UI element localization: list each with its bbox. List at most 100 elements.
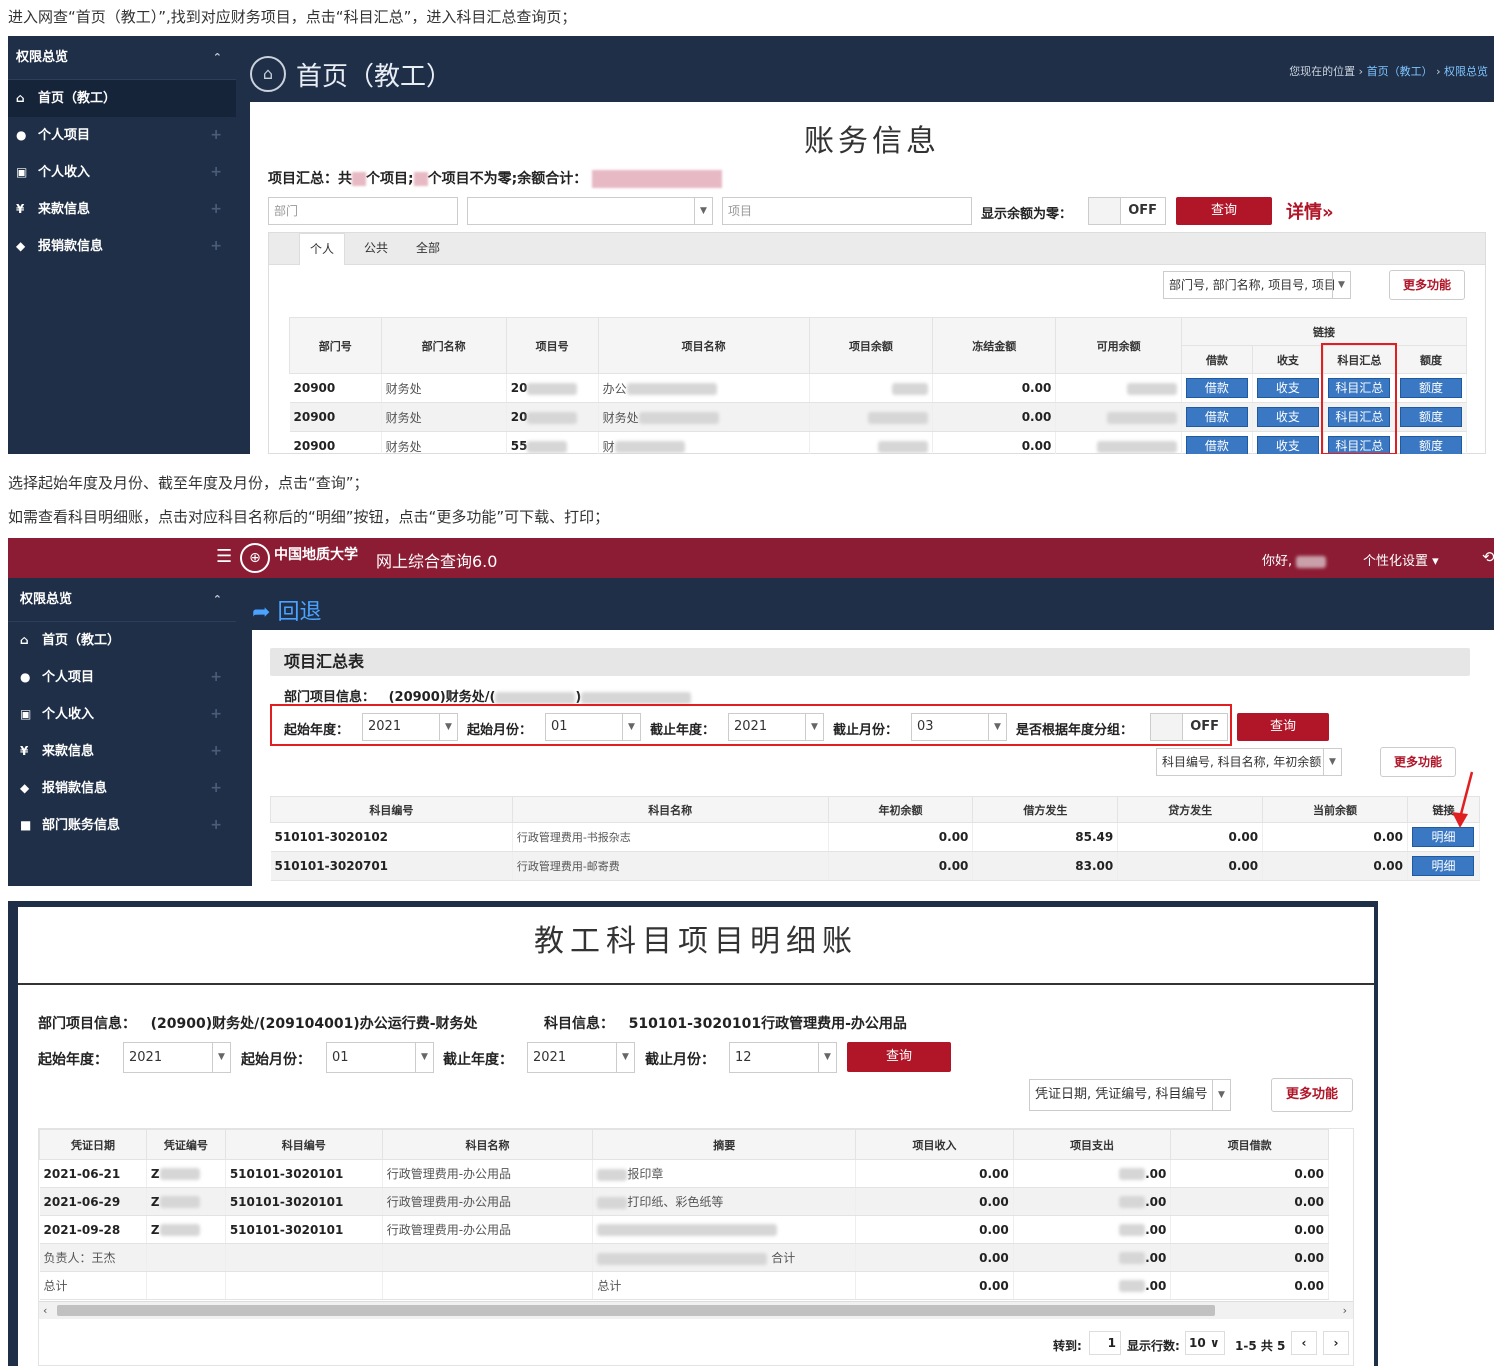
col-header: 部门号 <box>289 317 382 374</box>
cell: 借款 <box>1181 373 1253 403</box>
breadcrumb-current[interactable]: 权限总览 <box>1444 65 1488 78</box>
col-header: 年初余额 <box>827 796 974 823</box>
end-year-select[interactable]: 2021 ▼ <box>527 1042 635 1073</box>
income-expense-button[interactable]: 收支 <box>1256 378 1319 398</box>
tab-all[interactable]: 全部 <box>405 233 451 265</box>
more-functions-button[interactable]: 更多功能 <box>1271 1078 1353 1112</box>
sidebar-item-personal-projects[interactable]: ● 个人项目 + <box>8 659 236 696</box>
menu-icon[interactable]: ☰ <box>216 546 232 567</box>
sidebar-item-dept-accounts[interactable]: ■ 部门账务信息 + <box>8 807 236 844</box>
col-header: 科目编号 <box>224 1129 383 1160</box>
dept-info: 部门项目信息： (20900)财务处/() <box>284 686 692 705</box>
chevron-down-icon: ▼ <box>622 714 640 740</box>
rows-select[interactable]: 10 ∨ <box>1185 1331 1225 1355</box>
income-expense-button[interactable]: 收支 <box>1256 407 1319 427</box>
breadcrumb-home[interactable]: 首页（教工） <box>1367 65 1433 78</box>
cell: 2021-06-21 <box>39 1159 147 1188</box>
query-button[interactable]: 查询 <box>847 1042 951 1072</box>
start-year-select[interactable]: 2021 ▼ <box>123 1042 231 1073</box>
chevron-down-icon: ▼ <box>805 714 823 740</box>
project-input[interactable]: 项目 <box>722 197 972 225</box>
query-button[interactable]: 查询 <box>1237 713 1329 741</box>
columns-select[interactable]: 凭证日期, 凭证编号, 科目编号 ▼ <box>1029 1079 1231 1111</box>
sidebar-header[interactable]: 权限总览 ⌃ <box>8 36 236 80</box>
cell: 行政管理费用-邮寄费 <box>512 851 829 881</box>
dept-input[interactable]: 部门 <box>268 197 458 225</box>
dept-select[interactable]: ▼ <box>467 197 713 225</box>
goto-input[interactable]: 1 <box>1089 1331 1121 1355</box>
quota-button[interactable]: 额度 <box>1399 436 1462 454</box>
dept-info: 部门项目信息： (20900)财务处/(209104001)办公运行费-财务处 <box>38 1016 478 1032</box>
scroll-right-icon[interactable]: › <box>1343 1302 1347 1319</box>
sidebar-item-personal-projects[interactable]: ● 个人项目 + <box>8 117 236 154</box>
scroll-left-icon[interactable]: ‹ <box>43 1302 47 1319</box>
ledger-title: 教工科目项目明细账 <box>18 907 1374 985</box>
logout-icon[interactable]: ⟲ <box>1482 548 1494 566</box>
logo-text: 中国地质大学 <box>274 547 358 563</box>
scrollbar-thumb[interactable] <box>57 1305 1215 1316</box>
start-month-select[interactable]: 01 ▼ <box>326 1042 434 1073</box>
sidebar-item-home[interactable]: ⌂ 首页（教工） <box>8 80 236 117</box>
chevron-down-icon: ▼ <box>415 1043 433 1072</box>
sidebar-item-incoming[interactable]: ¥ 来款信息 + <box>8 733 236 770</box>
tab-personal[interactable]: 个人 <box>299 233 345 265</box>
prev-page-button[interactable]: ‹ <box>1291 1331 1317 1355</box>
next-page-button[interactable]: › <box>1323 1331 1349 1355</box>
chevron-down-icon: ▼ <box>212 1043 230 1072</box>
detail-button[interactable]: 明细 <box>1412 856 1475 876</box>
col-header: 科目名称 <box>381 1129 594 1160</box>
cell: 20900 <box>289 402 382 432</box>
detail-button[interactable]: 明细 <box>1412 827 1475 847</box>
cell: .00 <box>1013 1215 1172 1244</box>
loan-button[interactable]: 借款 <box>1185 436 1248 454</box>
sidebar-item-label: 报销款信息 <box>38 239 104 254</box>
cell: 0.00 <box>1262 822 1408 852</box>
table-row: 2021-06-21 Z 510101-3020101 行政管理费用-办公用品 … <box>39 1159 1329 1188</box>
plus-icon: + <box>210 743 222 759</box>
zero-balance-toggle[interactable]: OFF <box>1088 197 1166 225</box>
quota-button[interactable]: 额度 <box>1399 407 1462 427</box>
query-button[interactable]: 查询 <box>1176 197 1272 225</box>
pager: 转到: 1 显示行数: 10 ∨ 1-5 共 5 ‹ › <box>39 1327 1353 1365</box>
start-year-select[interactable]: 2021 ▼ <box>362 713 458 741</box>
sidebar-item-reimburse[interactable]: ◆ 报销款信息 + <box>8 770 236 807</box>
cell: 额度 <box>1395 373 1468 403</box>
subject-summary-table: 科目编号 科目名称 年初余额 借方发生 贷方发生 当前余额 链接 510101-… <box>270 796 1481 881</box>
sidebar-item-personal-income[interactable]: ▣ 个人收入 + <box>8 696 236 733</box>
group-by-year-toggle[interactable]: OFF <box>1150 713 1228 741</box>
columns-select[interactable]: 部门号, 部门名称, 项目号, 项目 ▼ <box>1163 271 1351 299</box>
settings-menu[interactable]: 个性化设置 ▾ <box>1363 550 1439 569</box>
loan-button[interactable]: 借款 <box>1185 378 1248 398</box>
quota-button[interactable]: 额度 <box>1399 378 1462 398</box>
detail-link[interactable]: 详情» <box>1286 198 1334 224</box>
sidebar-header[interactable]: 权限总览 ⌃ <box>8 578 236 622</box>
income-expense-button[interactable]: 收支 <box>1256 436 1319 454</box>
start-month-select[interactable]: 01 ▼ <box>545 713 641 741</box>
sidebar-item-personal-income[interactable]: ▣ 个人收入 + <box>8 154 236 191</box>
table-row: 510101-3020701 行政管理费用-邮寄费 0.00 83.00 0.0… <box>270 851 1481 881</box>
end-month-select[interactable]: 03 ▼ <box>911 713 1007 741</box>
tab-public[interactable]: 公共 <box>353 233 399 265</box>
cell: 20 <box>506 402 599 432</box>
horizontal-scrollbar[interactable]: ‹ › <box>39 1301 1353 1319</box>
tag-icon: ◆ <box>20 781 30 795</box>
cell: 0.00 <box>855 1159 1014 1188</box>
sidebar-item-label: 报销款信息 <box>42 781 108 796</box>
sidebar-item-home[interactable]: ⌂ 首页（教工） <box>8 622 236 659</box>
summary-panel: 项目汇总表 部门项目信息： (20900)财务处/() 起始年度： 2021 ▼ … <box>252 630 1494 886</box>
end-month-select[interactable]: 12 ▼ <box>729 1042 837 1073</box>
screenshot-home: 权限总览 ⌃ ⌂ 首页（教工） ● 个人项目 + ▣ 个人收入 + ¥ 来款信息 + ◆ 报销款信… <box>8 36 1494 454</box>
sidebar-item-label: 个人项目 <box>38 128 91 143</box>
more-functions-button[interactable]: 更多功能 <box>1389 270 1465 300</box>
end-year-select[interactable]: 2021 ▼ <box>728 713 824 741</box>
cell: 510101-3020101 <box>225 1215 383 1244</box>
loan-button[interactable]: 借款 <box>1185 407 1248 427</box>
columns-select[interactable]: 科目编号, 科目名称, 年初余额 ▼ <box>1156 748 1342 776</box>
cell: 财务处 <box>381 373 507 403</box>
tab-panel: 个人 公共 全部 部门号, 部门名称, 项目号, 项目 ▼ 更多功能 部门号 部门… <box>268 232 1486 454</box>
sidebar-item-reimburse[interactable]: ◆ 报销款信息 + <box>8 228 236 265</box>
sidebar-item-incoming[interactable]: ¥ 来款信息 + <box>8 191 236 228</box>
more-functions-button[interactable]: 更多功能 <box>1380 747 1456 777</box>
back-link[interactable]: ➦ 回退 <box>252 594 321 626</box>
cell: .00 <box>1013 1159 1172 1188</box>
